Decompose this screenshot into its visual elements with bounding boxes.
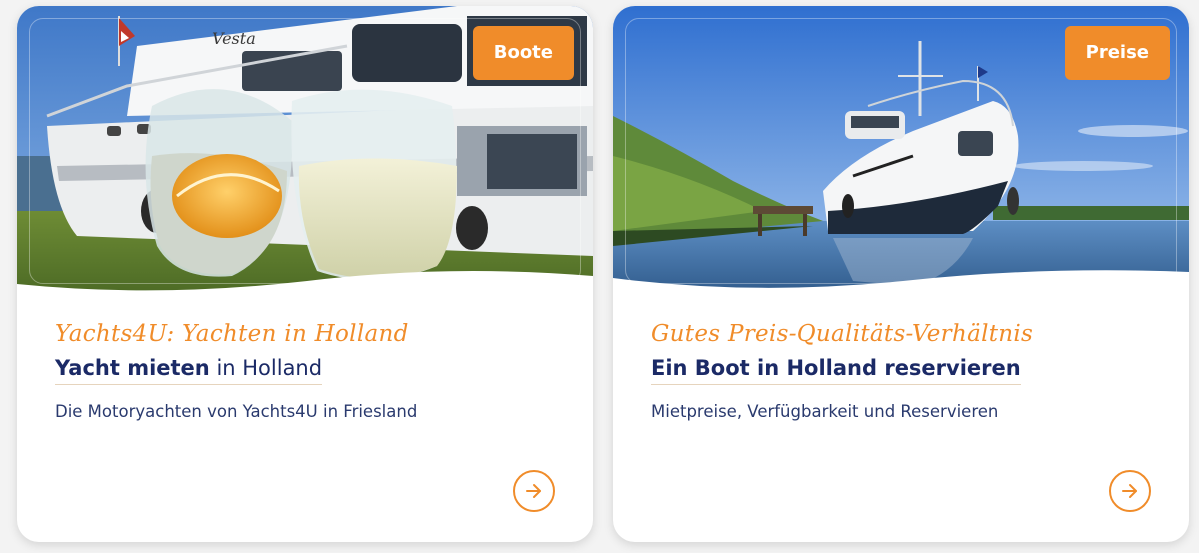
headline-rest: in Holland — [209, 356, 323, 380]
card-body: Gutes Preis-Qualitäts-Verhältnis Ein Boo… — [651, 318, 1159, 423]
card-tagline: Gutes Preis-Qualitäts-Verhältnis — [651, 321, 1034, 347]
arrow-right-circle-icon[interactable] — [1109, 470, 1151, 512]
category-badge[interactable]: Preise — [1064, 26, 1170, 80]
card-body: Yachts4U: Yachten in Holland Yacht miete… — [55, 318, 563, 423]
headline-bold: Yacht mieten — [55, 356, 210, 380]
card-headline-link[interactable]: Ein Boot in Holland reservieren — [651, 354, 1021, 385]
card-description: Mietpreise, Verfügbarkeit und Reserviere… — [651, 402, 999, 421]
arrow-right-circle-icon[interactable] — [513, 470, 555, 512]
card-boote[interactable]: Vesta Boote Yachts4U: Yachten in Holland… — [17, 6, 593, 542]
card-description: Die Motoryachten von Yachts4U in Friesla… — [55, 402, 418, 421]
card-headline-link[interactable]: Yacht mieten in Holland — [55, 354, 323, 385]
card-preise[interactable]: Preise Gutes Preis-Qualitäts-Verhältnis … — [613, 6, 1189, 542]
card-image-yacht-canal: Preise — [613, 6, 1189, 296]
category-badge[interactable]: Boote — [472, 26, 574, 80]
boat-name-label: Vesta — [212, 29, 256, 48]
card-image-yacht-drinks: Vesta Boote — [17, 6, 593, 296]
card-tagline: Yachts4U: Yachten in Holland — [55, 321, 409, 347]
headline-bold: Ein Boot in Holland reservieren — [651, 356, 1021, 380]
